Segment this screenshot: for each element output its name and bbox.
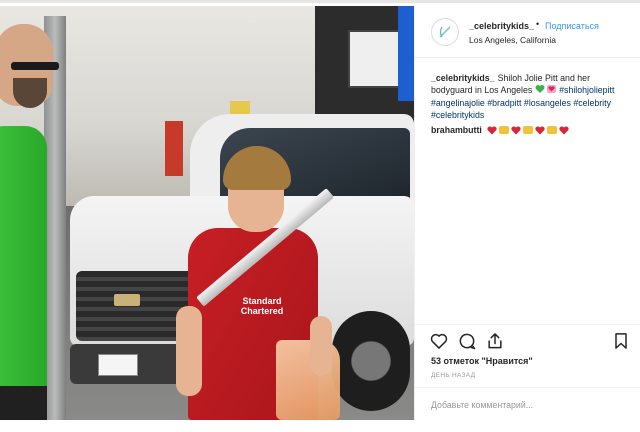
child-hair — [223, 146, 291, 190]
background-parking-sign — [398, 6, 414, 101]
post-photo[interactable]: Standard Chartered — [0, 6, 414, 420]
yellow-emoji-icon — [522, 126, 533, 134]
action-bar — [415, 324, 640, 356]
instagram-post-window: Standard Chartered _celebritykids_ • Под… — [0, 0, 640, 432]
follow-button[interactable]: Подписаться — [545, 21, 599, 31]
red-heart-icon — [511, 125, 521, 134]
bodyguard-beard — [13, 78, 47, 108]
avatar[interactable] — [431, 18, 459, 46]
bodyguard-figure — [0, 16, 65, 420]
sunglasses — [11, 62, 59, 70]
red-heart-icon — [535, 125, 545, 134]
add-comment-placeholder[interactable]: Добавьте комментарий... — [431, 400, 533, 410]
avatar-logo-icon — [439, 26, 451, 38]
username-link[interactable]: _celebritykids_ — [469, 21, 534, 31]
caption-username[interactable]: _celebritykids_ — [431, 73, 495, 83]
header-separator: • — [536, 19, 540, 29]
post-caption: _celebritykids_ Shiloh Jolie Pitt and her… — [431, 72, 631, 121]
add-comment-field[interactable]: Добавьте комментарий... — [415, 387, 640, 420]
post-header: _celebritykids_ • Подписаться Los Angele… — [415, 6, 640, 58]
comment-icon[interactable] — [457, 331, 477, 351]
location-link[interactable]: Los Angeles, California — [469, 35, 556, 45]
yellow-emoji-icon — [498, 126, 509, 134]
green-shirt — [0, 126, 47, 396]
heart-icon[interactable] — [429, 331, 449, 351]
bookmark-icon[interactable] — [611, 331, 631, 351]
child-left-arm — [176, 306, 202, 396]
child-right-arm — [310, 316, 332, 376]
comment-username[interactable]: brahambutti — [431, 125, 482, 135]
child-figure: Standard Chartered — [170, 146, 345, 420]
likes-count[interactable]: 53 отметок "Нравится" — [431, 356, 533, 366]
green-heart-icon — [535, 85, 556, 94]
post-timestamp[interactable]: ДЕНЬ НАЗАД — [431, 372, 475, 379]
comment-item: brahambutti — [431, 125, 631, 135]
jersey-sponsor-text: Standard Chartered — [240, 296, 284, 316]
van-license-plate — [98, 354, 138, 376]
caption-emoji — [535, 84, 557, 97]
red-heart-icon — [487, 125, 497, 134]
comment-emoji-row — [487, 125, 569, 135]
post-side-panel: _celebritykids_ • Подписаться Los Angele… — [414, 6, 640, 420]
black-pants — [0, 386, 47, 420]
van-badge — [114, 294, 140, 306]
share-icon[interactable] — [485, 331, 505, 351]
background-sign — [348, 30, 400, 88]
yellow-emoji-icon — [546, 126, 557, 134]
red-heart-icon — [559, 125, 569, 134]
